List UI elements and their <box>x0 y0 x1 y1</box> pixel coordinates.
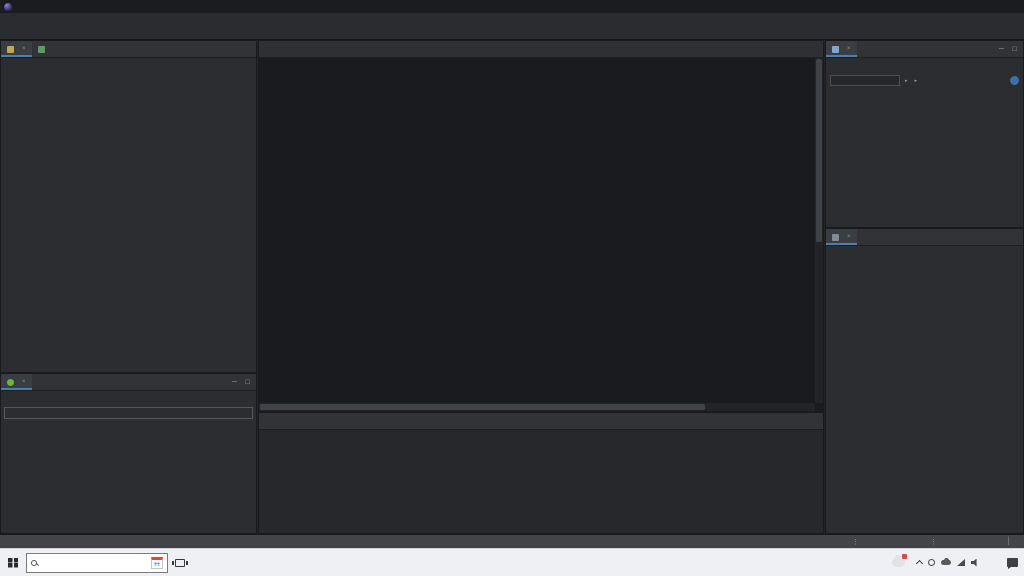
filter-all-dropdown[interactable]: ▸ <box>905 78 910 84</box>
editor-lines <box>259 59 815 411</box>
action-center-button[interactable] <box>1000 549 1024 576</box>
help-icon[interactable] <box>1010 76 1019 85</box>
editor-tabbar <box>259 41 823 58</box>
editor-panel <box>258 40 824 412</box>
task-search-input[interactable] <box>830 75 900 86</box>
task-view-button[interactable] <box>168 549 192 576</box>
task-list-panel: × ─ □ ▸ ▸ <box>825 40 1024 228</box>
onedrive-icon[interactable] <box>941 560 951 565</box>
outline-tree <box>826 246 1023 248</box>
tab-type-hierarchy[interactable] <box>32 41 54 57</box>
package-explorer-panel: × <box>0 40 257 373</box>
task-list-icon <box>832 46 839 53</box>
task-panel-window-buttons: ─ □ <box>997 44 1023 54</box>
show-hidden-icons-chevron[interactable] <box>916 560 923 567</box>
window-controls <box>946 0 1024 13</box>
grip-icon: │ <box>1007 538 1011 545</box>
background-job-status[interactable]: ⋮ <box>852 535 862 548</box>
system-tray <box>913 559 990 567</box>
maximize-icon[interactable]: □ <box>1010 44 1019 54</box>
minimize-icon[interactable]: ─ <box>997 44 1006 54</box>
activate-task-dropdown[interactable]: ▸ <box>915 78 920 84</box>
close-tab-icon[interactable]: × <box>22 46 26 52</box>
boot-dashboard-tabbar: × ─ □ <box>1 374 256 391</box>
status-bar: ⋮ ⋮ │ <box>0 534 1024 548</box>
editor-vertical-scrollbar[interactable] <box>815 58 823 403</box>
weather-cloud-icon <box>892 558 905 567</box>
chevron-right-icon: ▸ <box>905 78 908 84</box>
eclipse-logo-icon <box>4 3 12 11</box>
package-explorer-tabbar: × <box>1 41 256 58</box>
outline-tabbar: × <box>826 229 1023 246</box>
boot-dashboard-tree <box>1 421 256 423</box>
minimize-button[interactable] <box>946 0 972 13</box>
encoding-indicator[interactable]: ⋮ <box>930 535 940 548</box>
task-list-filter-row: ▸ ▸ <box>826 72 1023 89</box>
outline-panel: × <box>825 228 1024 534</box>
tab-package-explorer[interactable]: × <box>1 41 32 57</box>
boot-dashboard-toolbar <box>1 391 256 405</box>
console-panel <box>258 412 824 534</box>
line-ending-indicator[interactable]: │ <box>1007 535 1014 548</box>
maximize-button[interactable] <box>972 0 998 13</box>
boot-dashboard-panel: × ─ □ <box>0 373 257 534</box>
editor-area[interactable] <box>259 58 823 411</box>
hierarchy-icon <box>38 46 45 53</box>
close-tab-icon[interactable]: × <box>847 234 851 240</box>
task-view-icon <box>175 559 185 567</box>
tab-outline[interactable]: × <box>826 229 857 245</box>
close-tab-icon[interactable]: × <box>847 46 851 52</box>
close-tab-icon[interactable]: × <box>22 379 26 385</box>
close-button[interactable] <box>998 0 1024 13</box>
notification-bubble-icon <box>1007 558 1018 567</box>
main-toolbar <box>0 23 1024 40</box>
taskbar-search-box[interactable] <box>26 553 168 573</box>
tab-boot-dashboard[interactable]: × <box>1 374 32 390</box>
console-tabbar <box>259 413 823 430</box>
network-icon[interactable] <box>957 559 965 566</box>
spring-boot-icon <box>7 379 14 386</box>
task-list-tabbar: × ─ □ <box>826 41 1023 58</box>
grip-icon: ⋮ <box>852 538 859 546</box>
title-bar <box>0 0 1024 13</box>
console-message <box>259 430 823 533</box>
package-icon <box>7 46 14 53</box>
boot-panel-window-buttons: ─ □ <box>230 377 256 387</box>
minimize-icon[interactable]: ─ <box>230 377 239 387</box>
menubar <box>0 13 1024 23</box>
start-button[interactable] <box>0 549 26 576</box>
eclipse-ide-window: × × ─ □ <box>0 0 1024 576</box>
search-icon <box>31 560 37 566</box>
boot-filter-input[interactable] <box>5 408 252 418</box>
windows-logo-icon <box>8 558 18 568</box>
maximize-icon[interactable]: □ <box>243 377 252 387</box>
volume-icon[interactable] <box>971 559 980 567</box>
package-explorer-tree <box>1 58 256 60</box>
news-widget-icon[interactable] <box>151 557 163 569</box>
boot-filter-box <box>4 407 253 419</box>
windows-taskbar <box>0 548 1024 576</box>
tab-task-list[interactable]: × <box>826 41 857 57</box>
grip-icon: ⋮ <box>930 538 937 546</box>
outline-icon <box>832 234 839 241</box>
task-list-toolbar <box>826 58 1023 72</box>
editor-horizontal-scrollbar[interactable] <box>259 403 815 411</box>
chevron-right-icon: ▸ <box>915 78 918 84</box>
weather-widget[interactable] <box>888 558 913 567</box>
tray-status-icon[interactable] <box>928 559 935 566</box>
